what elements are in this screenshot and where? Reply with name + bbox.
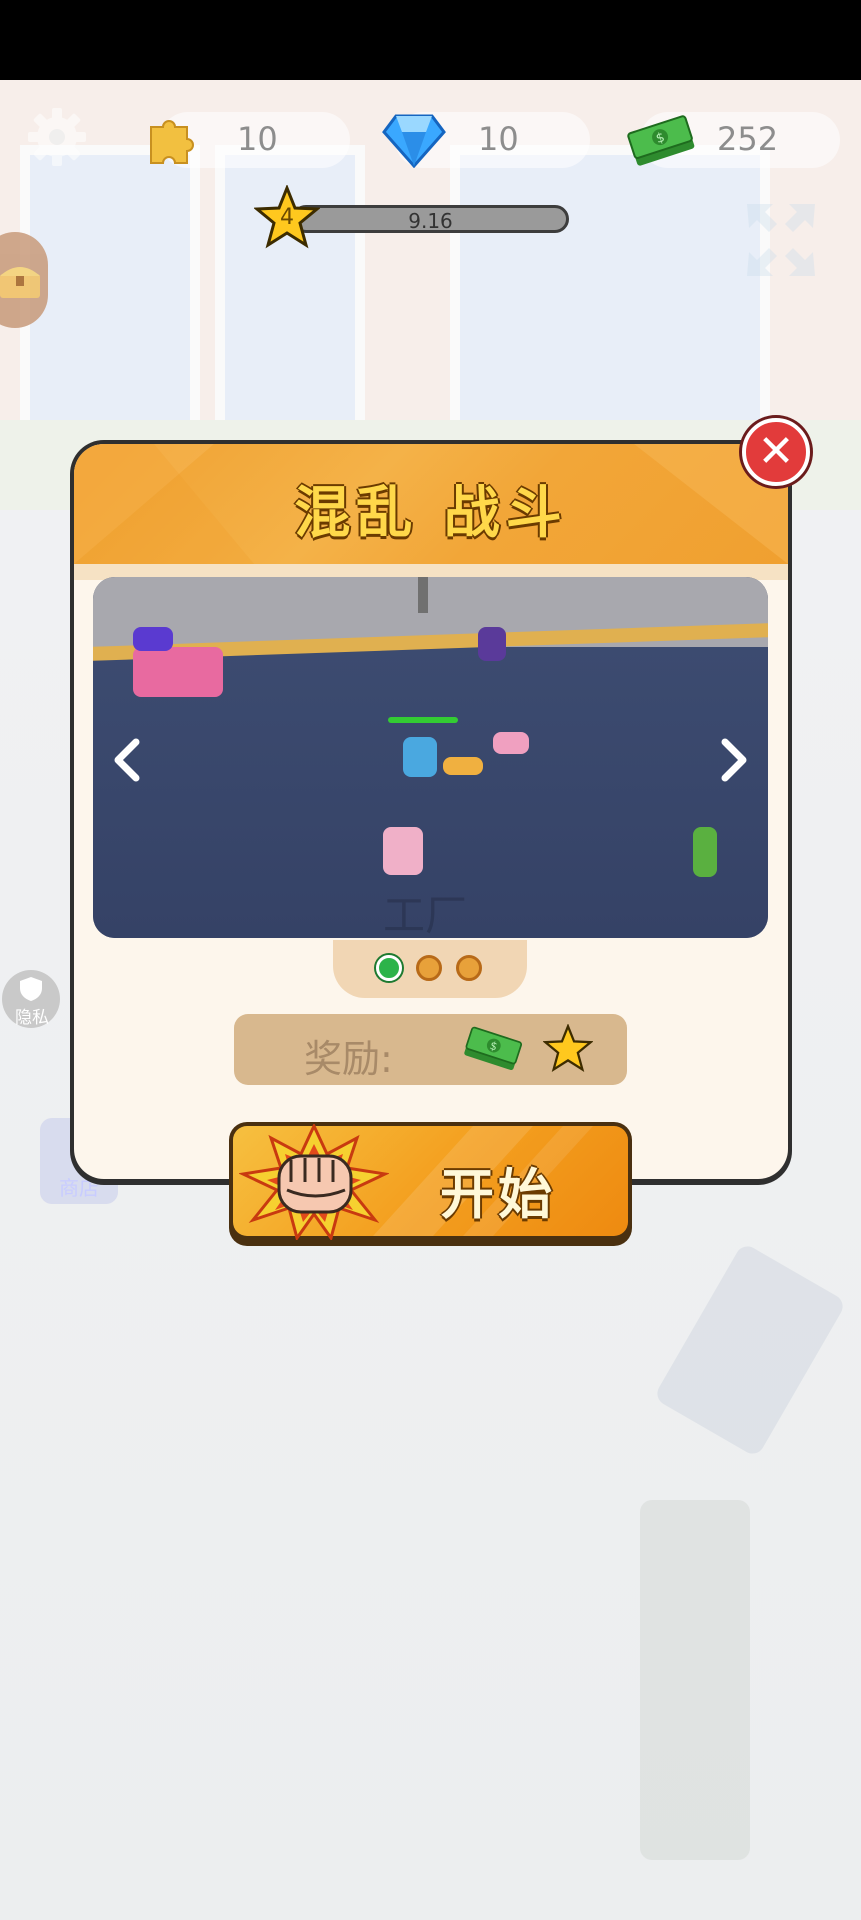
background-character [653,1242,847,1458]
page-dot-active[interactable] [376,955,402,981]
close-icon: ✕ [757,426,795,477]
background-window [450,145,770,440]
treasure-chest-icon [0,267,40,298]
background-character [640,1500,750,1860]
diamond-gem-icon [382,114,446,168]
previous-arrow-button[interactable] [110,738,144,782]
fighter-group [133,647,223,697]
cash-stack-icon: $ [627,115,695,166]
xp-progress-bar: 9.16 [292,205,569,233]
fighter [133,627,173,651]
close-button[interactable]: ✕ [742,418,810,486]
player-fighter [403,737,437,777]
status-bar [0,0,861,80]
arena-caption: 工厂 [383,891,468,938]
star-icon [543,1024,593,1072]
treasure-chest-button[interactable] [0,232,48,328]
fighter [493,732,529,754]
chevron-left-icon [114,738,140,782]
dialog-title: 混乱 战斗 [294,481,568,546]
fullscreen-expand-icon[interactable] [745,202,817,278]
page-dot[interactable] [456,955,482,981]
player-level: 4 [280,205,294,230]
fighter [443,757,483,775]
shield-icon [20,977,42,1001]
cash-count: 252 [717,120,779,158]
settings-gear-icon[interactable] [24,104,90,170]
arena-pole [418,577,428,613]
reward-label: 奖励: [304,1037,393,1081]
gem-count: 10 [478,120,519,158]
next-arrow-button[interactable] [717,738,751,782]
privacy-label: 隐私 [15,1008,49,1028]
xp-value: 9.16 [408,209,453,233]
fighter [478,627,506,661]
puzzle-piece-icon [150,120,194,164]
start-button[interactable] [229,1122,632,1246]
fighter [693,827,717,877]
cash-stack-icon: $ [464,1026,523,1071]
player-health-bar [388,717,458,723]
fist-punch-icon [239,1124,389,1240]
mode-preview-image: 工厂 [93,577,768,938]
puzzle-count: 10 [237,120,278,158]
chevron-right-icon [721,738,747,782]
start-label: 开始 [440,1163,556,1226]
fighter [383,827,423,875]
page-dot[interactable] [416,955,442,981]
